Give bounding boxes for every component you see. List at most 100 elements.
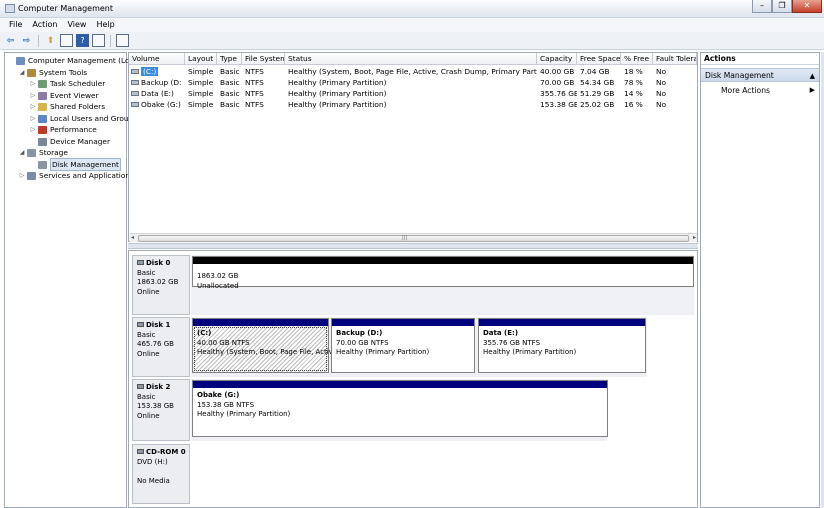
cell-layout: Simple [188,89,214,98]
volume-row[interactable]: Obake (G:) Simple Basic NTFS Healthy (Primar… [129,99,697,110]
tree-expander-icon[interactable]: ▷ [29,124,37,135]
actions-section-disk-management[interactable]: Disk Management ▲ [701,68,819,82]
disk-info-disk-2[interactable]: Disk 2 Basic 153.38 GB Online [132,379,190,441]
disk-name: Disk 0 [137,259,189,269]
volume-row[interactable]: (C:) Simple Basic NTFS Healthy (System, Boot… [129,66,697,77]
tree-expander-icon[interactable]: ▷ [29,113,37,124]
partition-obake-g[interactable]: Obake (G:) 153.38 GB NTFS Healthy (Primary… [192,380,608,437]
tree-item-device-manager[interactable]: Device Manager [5,136,126,148]
tree-item-event-viewer[interactable]: ▷ Event Viewer [5,90,126,102]
volume-name: Data (E:) [141,89,174,98]
forward-arrow-icon[interactable]: ⇨ [20,34,33,47]
actions-header: Actions [701,53,819,65]
volume-row[interactable]: Backup (D:) Simple Basic NTFS Healthy (Prima… [129,77,697,88]
toolbar: ⇦ ⇨ ⬆ ? [0,32,824,50]
tree-item-shared-folders[interactable]: ▷ Shared Folders [5,101,126,113]
volume-row[interactable]: Data (E:) Simple Basic NTFS Healthy (Primary… [129,88,697,99]
scroll-left-icon[interactable]: ◂ [131,234,134,241]
tree-expander-icon[interactable]: ◢ [18,67,26,78]
tree-item-disk-management[interactable]: Disk Management [5,157,126,171]
disk-info-disk-1[interactable]: Disk 1 Basic 465.76 GB Online [132,317,190,377]
cell-fault: No [656,89,667,98]
horizontal-scrollbar[interactable]: ◂ ||| ▸ [130,233,697,242]
column-header-capacity[interactable]: Capacity [537,53,577,65]
partition-status: Healthy (Primary Partition) [197,410,291,419]
menu-bar: File Action View Help [0,18,824,32]
tree-item-computer-management-local[interactable]: Computer Management (Local [5,55,140,67]
tree-item-services-and-applications[interactable]: ▷ Services and Applications [5,170,134,182]
column-header-type[interactable]: Type [217,53,242,65]
tree-item-system-tools[interactable]: ◢ System Tools [5,67,126,79]
partition-unallocated[interactable]: 1863.02 GB Unallocated [192,256,694,290]
column-header-volume[interactable]: Volume [129,53,185,65]
tree-item-local-users-and-groups[interactable]: ▷ Local Users and Groups [5,113,137,125]
toolbar-separator [38,34,39,47]
services-icon [27,172,36,180]
cell-fs: NTFS [245,100,264,109]
partition-status: Healthy (Primary Partition) [336,348,430,357]
volume-drive-icon [131,80,139,85]
disk-name-label: Disk 2 [146,383,171,391]
minimize-button[interactable]: – [752,0,772,13]
show-hide-console-tree-icon[interactable] [60,34,73,47]
close-button[interactable]: ✕ [792,0,822,13]
cell-pct: 14 % [624,89,643,98]
column-header-status[interactable]: Status [285,53,537,65]
volume-list-header: Volume Layout Type File System Status Capacit… [129,53,697,65]
window-controls: – ❐ ✕ [752,0,822,13]
disk-kind: Basic [137,268,156,277]
tree-item-task-scheduler[interactable]: ▷ Task Scheduler [5,78,126,90]
storage-icon [27,149,36,157]
disk-info-disk-0[interactable]: Disk 0 Basic 1863.02 GB Online [132,255,190,315]
tree-expander-icon[interactable]: ▷ [18,170,26,181]
partition-backup-d[interactable]: Backup (D:) 70.00 GB NTFS Healthy (Primary… [331,318,475,373]
users-icon [38,114,47,123]
performance-icon [38,126,47,134]
column-header-fault-tolerar[interactable]: Fault Tolerar [653,53,697,65]
partition-c[interactable]: (C:) 40.00 GB NTFS Healthy (System, Boot, … [192,318,333,373]
partition-type-stripe [193,257,693,264]
restore-button[interactable]: ❐ [772,0,792,13]
column-header-layout[interactable]: Layout [185,53,217,65]
disk-info-cd-rom-0[interactable]: CD-ROM 0 DVD (H:) No Media [132,444,190,504]
partition-status: Healthy (System, Boot, Page File, Activ [197,348,333,357]
cell-volume: Data (E:) [129,88,182,99]
tree-item-label: Performance [50,125,97,134]
partition-type-stripe [332,319,474,326]
disk-icon [137,322,144,327]
up-folder-icon[interactable]: ⬆ [44,34,57,47]
tree-expander-icon[interactable]: ▷ [29,101,37,112]
volume-drive-icon [131,69,139,74]
device-manager-icon [38,137,47,146]
show-hide-action-pane-icon[interactable] [92,34,105,47]
cell-layout: Simple [188,100,214,109]
menu-file[interactable]: File [4,18,27,32]
tree-item-label: Local Users and Groups [50,113,138,123]
collapse-up-icon[interactable]: ▲ [810,69,815,83]
back-arrow-icon[interactable]: ⇦ [4,34,17,47]
tree-item-performance[interactable]: ▷ Performance [5,124,126,136]
submenu-arrow-icon: ▶ [809,86,815,94]
partition-data-e[interactable]: Data (E:) 355.76 GB NTFS Healthy (Primary … [478,318,646,373]
computer-icon [16,57,25,65]
menu-action[interactable]: Action [27,18,62,32]
scroll-right-icon[interactable]: ▸ [693,234,696,241]
partition-type-stripe [193,381,607,388]
pane-splitter[interactable] [128,243,698,249]
cell-fs: NTFS [245,78,264,87]
tree-expander-icon[interactable]: ◢ [18,147,26,158]
more-actions-item[interactable]: More Actions ▶ [701,84,819,97]
menu-view[interactable]: View [62,18,91,32]
tree-expander-icon[interactable]: ▷ [29,90,37,101]
column-header-free-space[interactable]: Free Space [577,53,621,65]
menu-help[interactable]: Help [91,18,119,32]
tree-item-label: Disk Management [50,157,121,171]
tree-expander-icon[interactable]: ▷ [29,78,37,89]
disk-icon [137,384,144,389]
column-header--free[interactable]: % Free [621,53,653,65]
column-header-file-system[interactable]: File System [242,53,285,65]
scrollbar-thumb[interactable] [138,235,689,242]
help-icon[interactable]: ? [76,34,89,47]
properties-icon[interactable] [116,34,129,47]
disk-kind: Basic [137,330,156,339]
